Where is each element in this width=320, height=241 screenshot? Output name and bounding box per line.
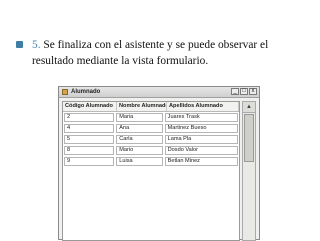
table-row: 9 Luisa Betlan Minez <box>63 156 239 167</box>
close-button[interactable]: x <box>249 88 257 95</box>
bullet-text: 5. Se finaliza con el asistente y se pue… <box>16 37 312 69</box>
form-grid: Código Alumnado Nombre Alumnado Apellido… <box>62 101 240 241</box>
apellidos-field[interactable]: Martinez Bueso <box>164 124 238 133</box>
codigo-field[interactable]: 5 <box>64 135 115 144</box>
header-nombre: Nombre Alumnado <box>119 102 167 111</box>
bullet-icon <box>16 41 23 48</box>
codigo-field[interactable]: 9 <box>64 157 115 166</box>
nombre-field[interactable]: Ana <box>116 124 163 133</box>
header-codigo: Código Alumnado <box>63 102 117 111</box>
nombre-field[interactable]: Carla <box>116 135 163 144</box>
scroll-up-icon[interactable]: ▲ <box>243 102 255 113</box>
apellidos-field[interactable]: Dosdo Valor <box>164 146 238 155</box>
step-description: Se finaliza con el asistente y se puede … <box>32 39 269 67</box>
nombre-field[interactable]: Mario <box>116 146 163 155</box>
header-apellidos: Apellidos Alumnado <box>167 102 239 111</box>
grid-header: Código Alumnado Nombre Alumnado Apellido… <box>63 102 239 112</box>
grid-body: 2 Maria Juares Trask 4 Ana Martinez Bues… <box>63 112 239 167</box>
maximize-button[interactable]: □ <box>240 88 248 95</box>
slide-bullet: 5. Se finaliza con el asistente y se pue… <box>16 37 312 69</box>
table-row: 8 Mario Dosdo Valor <box>63 145 239 156</box>
scroll-thumb[interactable] <box>244 114 254 162</box>
vertical-scrollbar[interactable]: ▲ <box>242 101 256 241</box>
apellidos-field[interactable]: Juares Trask <box>164 113 238 122</box>
table-row: 4 Ana Martinez Bueso <box>63 123 239 134</box>
nombre-field[interactable]: Luisa <box>116 157 163 166</box>
apellidos-field[interactable]: Betlan Minez <box>164 157 238 166</box>
codigo-field[interactable]: 8 <box>64 146 115 155</box>
form-window: Alumnado _ □ x Código Alumnado Nombre Al… <box>58 86 260 241</box>
codigo-field[interactable]: 2 <box>64 113 115 122</box>
step-number: 5. <box>32 39 41 51</box>
table-row: 5 Carla Lama Pla <box>63 134 239 145</box>
apellidos-field[interactable]: Lama Pla <box>164 135 238 144</box>
window-title: Alumnado <box>71 89 101 95</box>
table-row: 2 Maria Juares Trask <box>63 112 239 123</box>
nombre-field[interactable]: Maria <box>116 113 163 122</box>
window-controls: _ □ x <box>231 88 257 95</box>
form-icon <box>62 89 68 95</box>
window-titlebar[interactable]: Alumnado _ □ x <box>59 87 259 98</box>
minimize-button[interactable]: _ <box>231 88 239 95</box>
codigo-field[interactable]: 4 <box>64 124 115 133</box>
